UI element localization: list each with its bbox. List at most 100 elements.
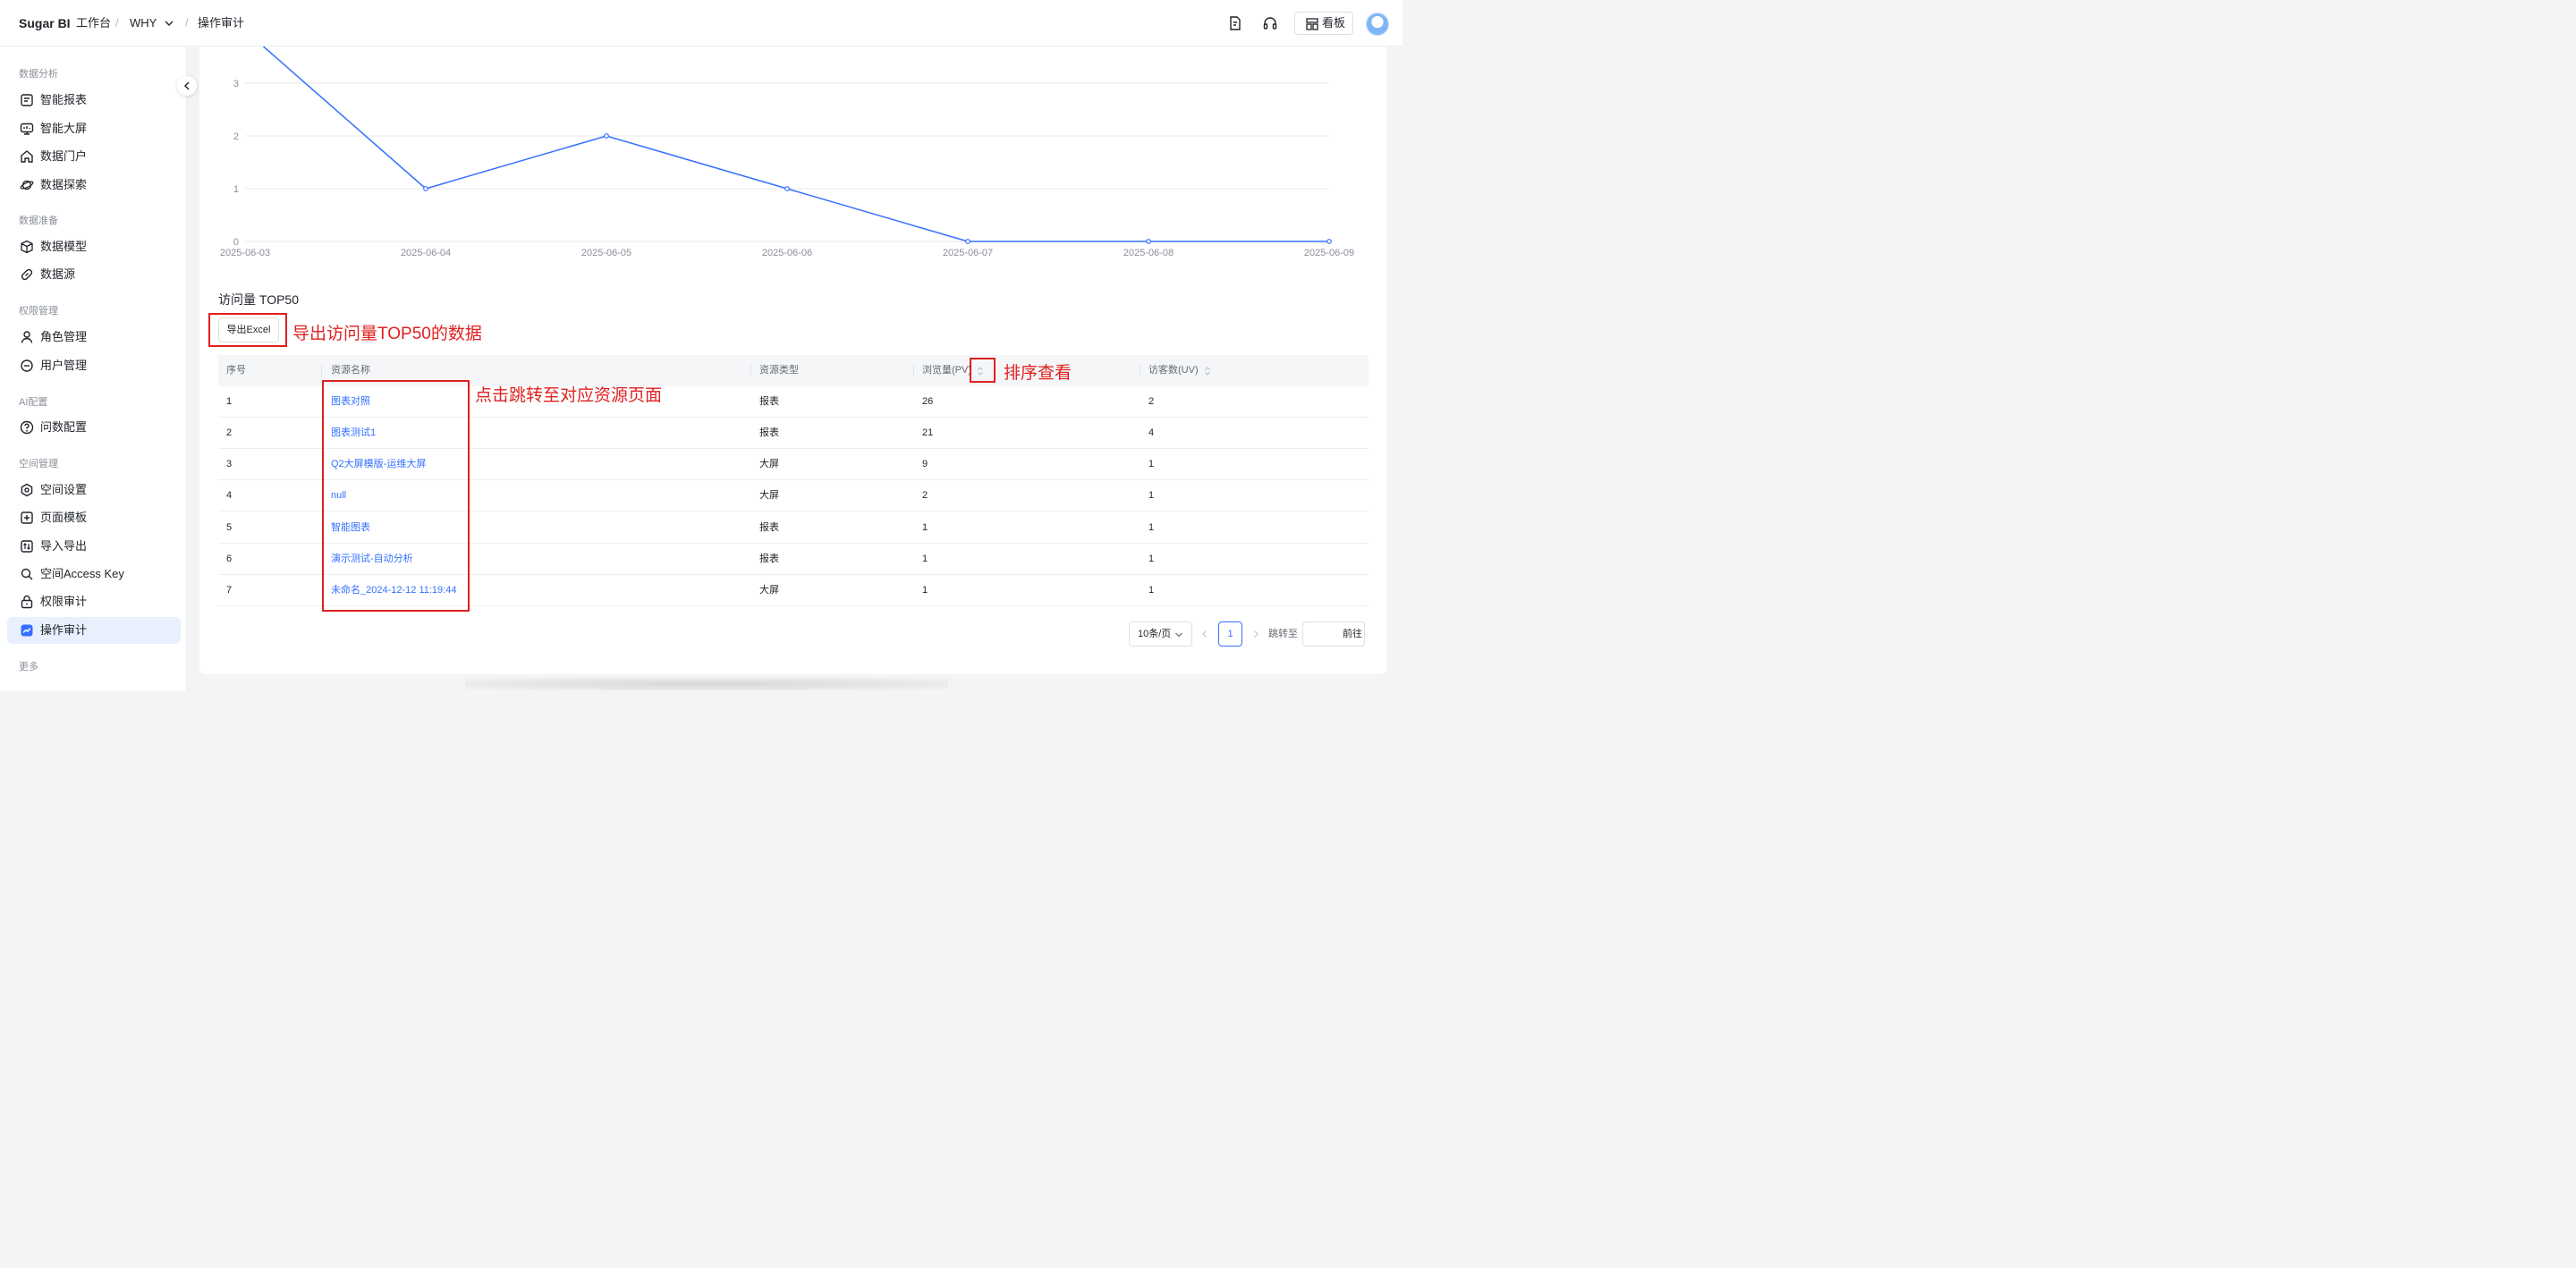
cell-pv: 26 — [922, 396, 934, 407]
sidebar-item-role-management[interactable]: 角色管理 — [7, 324, 181, 351]
y-tick-label: 0 — [233, 237, 239, 248]
cell-resource-type: 大屏 — [759, 490, 779, 501]
cell-index: 6 — [226, 554, 233, 564]
kanban-button-label: 看板 — [1322, 16, 1346, 30]
y-tick-label: 3 — [233, 79, 239, 89]
cell-uv: 1 — [1148, 585, 1155, 596]
cell-uv: 1 — [1148, 459, 1155, 469]
breadcrumb-space[interactable]: WHY — [130, 0, 157, 46]
cell-index: 7 — [226, 585, 233, 596]
sidebar-item-data-explore[interactable]: 数据探索 — [7, 172, 181, 199]
audit-icon — [21, 624, 33, 637]
column-divider — [321, 364, 322, 377]
sidebar: 数据分析 智能报表 智能大屏 数据门户 数据探索 数据准备 数据模型 数据源 权… — [0, 46, 187, 690]
settings-icon — [21, 483, 33, 497]
sidebar-item-user-management[interactable]: 用户管理 — [7, 352, 181, 379]
sidebar-section-title: 空间管理 — [19, 459, 58, 469]
sidebar-item-page-template[interactable]: 页面模板 — [7, 504, 181, 531]
series-line — [262, 46, 1329, 242]
prev-page-icon[interactable] — [1201, 630, 1208, 638]
dashboard-screen-icon — [20, 123, 34, 135]
avatar[interactable] — [1366, 13, 1389, 36]
annotation-box-export — [208, 313, 287, 347]
breadcrumb-workspace[interactable]: 工作台 — [76, 0, 111, 46]
column-header-resource-type: 资源类型 — [759, 365, 799, 376]
brand-logo-text[interactable]: Sugar BI — [19, 0, 71, 46]
sidebar-section-title: 更多 — [19, 662, 38, 672]
document-icon[interactable] — [1226, 14, 1244, 32]
annotation-box-resource-links — [322, 380, 470, 612]
sidebar-item-smart-screen[interactable]: 智能大屏 — [7, 115, 181, 142]
sidebar-section-title: 数据分析 — [19, 69, 58, 80]
sidebar-item-data-model[interactable]: 数据模型 — [7, 233, 181, 260]
cell-uv: 4 — [1148, 427, 1155, 438]
x-tick-label: 2025-06-06 — [762, 248, 812, 258]
breadcrumb-current-page: 操作审计 — [198, 16, 245, 30]
page-size-select[interactable]: 10条/页 — [1129, 621, 1192, 647]
chevron-down-icon[interactable] — [164, 19, 174, 28]
cell-pv: 2 — [922, 490, 928, 501]
sidebar-item-data-portal[interactable]: 数据门户 — [7, 143, 181, 170]
cell-index: 3 — [226, 459, 233, 469]
sidebar-item-label: 角色管理 — [40, 330, 88, 343]
sidebar-item-label: 空间设置 — [40, 483, 88, 496]
annotation-sort-text: 排序查看 — [1004, 364, 1072, 383]
sidebar-item-label: 页面模板 — [40, 511, 88, 524]
sidebar-item-smart-report[interactable]: 智能报表 — [7, 87, 181, 114]
section-title: 访问量 TOP50 — [218, 292, 299, 307]
data-point — [1146, 239, 1151, 244]
sidebar-item-label: 操作审计 — [40, 623, 88, 637]
annotation-box-sort — [970, 358, 996, 383]
top-bar: Sugar BI 工作台 / WHY / 操作审计 看板 — [0, 0, 1402, 46]
sidebar-item-space-settings[interactable]: 空间设置 — [7, 477, 181, 503]
cell-uv: 1 — [1148, 522, 1155, 533]
x-tick-label: 2025-06-09 — [1304, 248, 1354, 258]
sort-icon[interactable] — [1204, 366, 1211, 376]
sidebar-item-label: 数据源 — [40, 267, 76, 281]
next-page-icon[interactable] — [1252, 630, 1259, 638]
cell-pv: 21 — [922, 427, 934, 438]
jump-page-input[interactable]: 前往 — [1302, 621, 1365, 647]
sidebar-item-label: 数据模型 — [40, 240, 88, 253]
data-point — [423, 186, 428, 191]
cell-pv: 1 — [922, 554, 928, 564]
column-header-pv: 浏览量(PV) — [922, 365, 971, 376]
sidebar-item-label: 导入导出 — [40, 539, 88, 553]
column-header-uv: 访客数(UV) — [1148, 365, 1199, 376]
column-header-index: 序号 — [226, 365, 246, 376]
cell-resource-type: 报表 — [759, 396, 779, 407]
question-icon — [20, 420, 34, 435]
sidebar-item-label: 智能大屏 — [40, 122, 88, 135]
user-icon — [21, 331, 33, 343]
data-point — [1326, 239, 1332, 244]
board-icon — [1306, 18, 1318, 30]
x-tick-label: 2025-06-07 — [943, 248, 993, 258]
sidebar-item-label: 数据探索 — [40, 178, 88, 191]
headset-icon[interactable] — [1261, 14, 1279, 32]
sidebar-item-qa-config[interactable]: 问数配置 — [7, 414, 181, 441]
sidebar-section-title: 数据准备 — [19, 216, 58, 226]
cell-resource-type: 报表 — [759, 427, 779, 438]
key-icon — [21, 568, 33, 580]
cell-uv: 2 — [1148, 396, 1155, 407]
jump-go-label[interactable]: 前往 — [1343, 629, 1362, 639]
link-icon — [21, 268, 33, 281]
x-tick-label: 2025-06-08 — [1123, 248, 1174, 258]
sidebar-item-data-source[interactable]: 数据源 — [7, 261, 181, 288]
x-tick-label: 2025-06-04 — [401, 248, 451, 258]
column-divider — [750, 364, 751, 377]
lock-icon — [21, 595, 33, 609]
sidebar-item-operation-audit[interactable]: 操作审计 — [7, 617, 181, 644]
column-divider — [913, 364, 914, 377]
data-point — [965, 239, 970, 244]
planet-icon — [20, 180, 34, 190]
annotation-jump-text: 点击跳转至对应资源页面 — [475, 386, 663, 405]
sidebar-collapse-button[interactable] — [177, 76, 197, 96]
page-number-current[interactable]: 1 — [1218, 621, 1242, 647]
sidebar-item-permission-audit[interactable]: 权限审计 — [7, 588, 181, 615]
cell-pv: 9 — [922, 459, 928, 469]
kanban-button[interactable]: 看板 — [1294, 12, 1353, 35]
sidebar-item-access-key[interactable]: 空间Access Key — [7, 561, 181, 588]
sidebar-item-import-export[interactable]: 导入导出 — [7, 533, 181, 560]
cell-index: 1 — [226, 396, 233, 407]
